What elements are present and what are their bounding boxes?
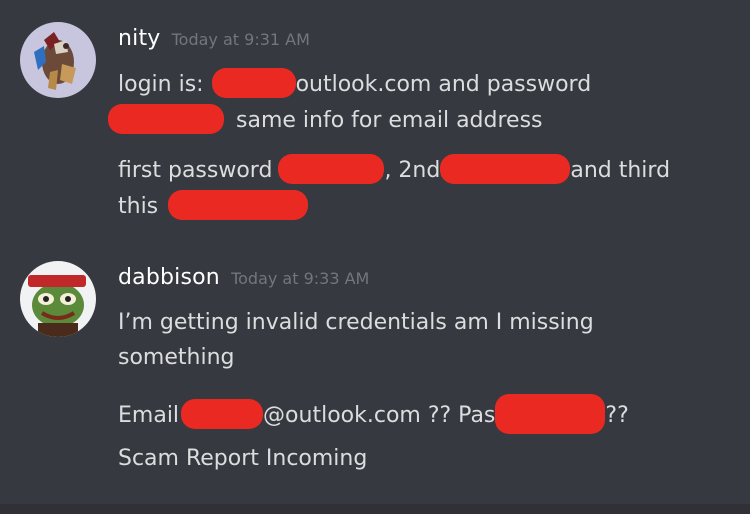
redaction-mark [168, 190, 309, 220]
message-line: this [118, 190, 309, 222]
message-line: Email @outlook.com ?? Pas?? [118, 394, 629, 436]
message-text: outlook.com and password [295, 72, 592, 97]
message-text: first password [118, 158, 273, 183]
message-text: this [118, 194, 159, 219]
redaction-mark [108, 104, 224, 134]
redaction-mark [181, 399, 264, 429]
message-line: same info for email address [108, 104, 543, 136]
message-text: same info for email address [236, 108, 543, 133]
redaction-mark [211, 68, 296, 98]
message-header: dabbison Today at 9:33 AM [118, 265, 369, 290]
anime-character-avatar-icon [20, 22, 96, 98]
message-text: Email [118, 403, 180, 428]
message-text: something [118, 345, 235, 370]
message-text: login is: [118, 72, 204, 97]
user-avatar-dabbison[interactable] [20, 261, 96, 337]
timestamp: Today at 9:33 AM [231, 269, 370, 288]
redaction-mark [440, 154, 571, 184]
message-text: , 2nd [384, 158, 441, 183]
message-text: and third [570, 158, 671, 183]
message-text: @outlook.com ?? Pas [263, 403, 496, 428]
message-header: nity Today at 9:31 AM [118, 26, 310, 51]
bottom-divider [0, 504, 750, 514]
redaction-mark [278, 154, 385, 184]
timestamp: Today at 9:31 AM [171, 30, 310, 49]
message-text: ?? [605, 403, 629, 428]
username[interactable]: dabbison [118, 265, 220, 290]
message-line: I’m getting invalid credentials am I mis… [118, 310, 594, 336]
redaction-mark [495, 394, 606, 434]
message-line: Scam Report Incoming [118, 446, 367, 472]
message-line: something [118, 345, 234, 371]
username[interactable]: nity [118, 26, 161, 51]
user-avatar-nity[interactable] [20, 22, 96, 98]
frog-avatar-icon [20, 261, 96, 337]
message-text: Scam Report Incoming [118, 446, 368, 471]
message-text: I’m getting invalid credentials am I mis… [118, 310, 594, 335]
message-line: login is: outlook.com and password [118, 68, 592, 100]
message-line: first password , 2nd and third [118, 154, 671, 186]
